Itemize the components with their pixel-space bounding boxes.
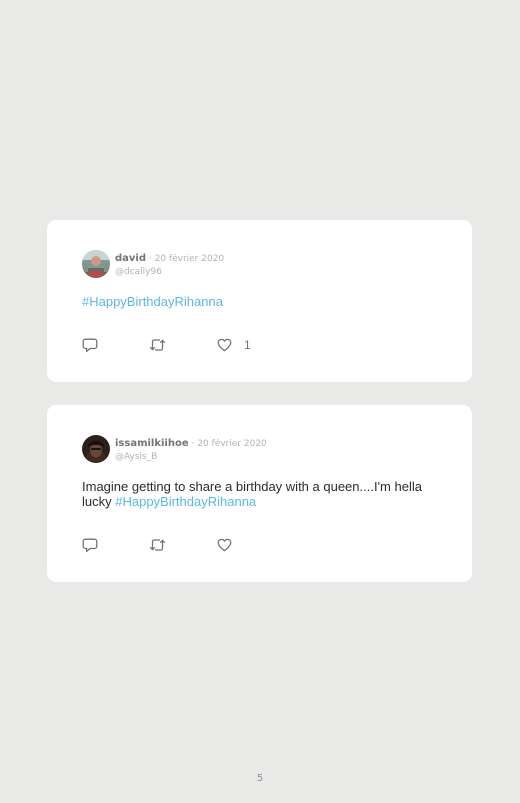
reply-icon: [82, 538, 98, 552]
like-count: 1: [244, 338, 251, 352]
hashtag-link[interactable]: #HappyBirthdayRihanna: [82, 294, 223, 309]
tweet-text: Imagine getting to share a birthday with…: [82, 479, 442, 509]
tweet-date[interactable]: · 20 février 2020: [146, 254, 224, 264]
avatar[interactable]: [82, 435, 110, 463]
avatar-image: [82, 435, 110, 463]
retweet-icon: [149, 339, 166, 351]
reply-icon: [82, 338, 98, 352]
hashtag-link[interactable]: #HappyBirthdayRihanna: [115, 494, 256, 509]
tweet-date[interactable]: · 20 février 2020: [189, 439, 267, 449]
user-name[interactable]: issamilkiihoe: [115, 438, 189, 449]
tweet-card: david · 20 février 2020 @dcally96 #Happy…: [47, 220, 472, 382]
avatar[interactable]: [82, 250, 110, 278]
like-button[interactable]: 1: [217, 337, 251, 353]
page-number: 5: [256, 773, 264, 784]
tweet-meta: issamilkiihoe · 20 février 2020 @Aysis_B: [115, 434, 267, 464]
user-handle[interactable]: @Aysis_B: [115, 451, 267, 464]
user-handle[interactable]: @dcally96: [115, 266, 224, 279]
tweet-header: issamilkiihoe · 20 février 2020 @Aysis_B: [82, 434, 267, 464]
tweet-text: #HappyBirthdayRihanna: [82, 294, 442, 309]
retweet-button[interactable]: [149, 337, 166, 353]
user-name[interactable]: david: [115, 253, 146, 264]
like-icon: [217, 538, 232, 552]
tweet-header: david · 20 février 2020 @dcally96: [82, 249, 224, 279]
tweet-card: issamilkiihoe · 20 février 2020 @Aysis_B…: [47, 405, 472, 582]
retweet-icon: [149, 539, 166, 551]
tweet-meta: david · 20 février 2020 @dcally96: [115, 249, 224, 279]
reply-button[interactable]: [82, 537, 98, 553]
retweet-button[interactable]: [149, 537, 166, 553]
reply-button[interactable]: [82, 337, 98, 353]
avatar-image: [82, 250, 110, 278]
like-button[interactable]: [217, 537, 244, 553]
like-icon: [217, 338, 232, 352]
